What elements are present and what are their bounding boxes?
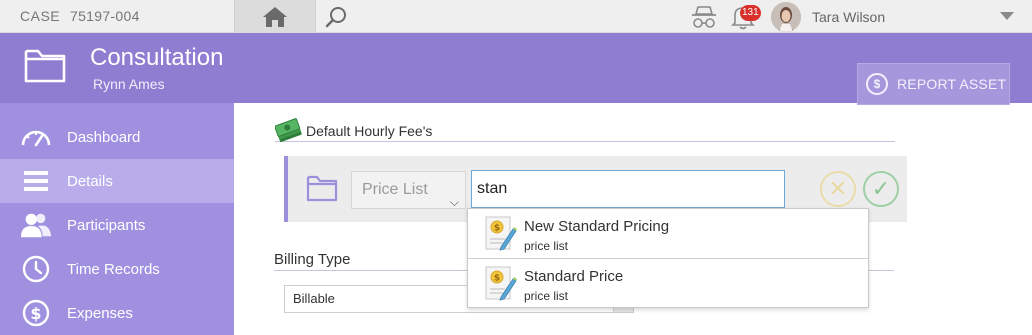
report-asset-button[interactable]: $ REPORT ASSET (857, 63, 1010, 105)
confirm-button[interactable]: ✓ (863, 171, 899, 207)
case-label: CASE (20, 8, 61, 24)
sidebar-item-participants[interactable]: Participants (0, 203, 234, 247)
search-button[interactable] (322, 3, 350, 31)
checkmark-icon: ✓ (871, 176, 891, 201)
sidebar-item-label: Expenses (67, 304, 133, 322)
sidebar-item-dashboard[interactable]: Dashboard (0, 115, 234, 159)
svg-text:$: $ (30, 304, 41, 323)
avatar[interactable] (771, 2, 801, 32)
cancel-button[interactable]: ✕ (820, 171, 856, 207)
folder-icon (306, 175, 338, 202)
case-number: 75197-004 (70, 8, 140, 24)
search-input-value: stan (477, 180, 508, 197)
autocomplete-item[interactable]: $ New Standard Pricing price list (468, 209, 868, 258)
sidebar-item-label: Details (67, 172, 113, 190)
price-list-document-icon: $ (485, 216, 517, 251)
price-list-select[interactable]: Price List ⌵ (351, 171, 466, 209)
page-title: Consultation (90, 44, 224, 71)
autocomplete-item-subtitle: price list (524, 239, 569, 253)
home-button[interactable] (234, 0, 316, 33)
page-subtitle: Rynn Ames (93, 76, 165, 92)
top-bar: CASE 75197-004 131 Tara Wilson (0, 0, 1032, 33)
user-photo-icon (771, 2, 801, 32)
svg-text:$: $ (494, 224, 500, 234)
user-menu-chevron-down-icon[interactable] (1000, 12, 1014, 20)
svg-text:$: $ (494, 274, 500, 284)
dollar-icon: $ (20, 297, 52, 329)
sidebar-item-details[interactable]: Details (0, 159, 234, 203)
report-asset-label: REPORT ASSET (897, 76, 1007, 92)
section-header: Default Hourly Fee's (275, 118, 895, 142)
money-stack-icon (275, 118, 302, 142)
sidebar-item-expenses[interactable]: $ Expenses (0, 291, 234, 335)
search-icon (325, 7, 346, 28)
billing-type-value: Billable (293, 291, 335, 306)
autocomplete-item[interactable]: $ Standard Price price list (468, 258, 868, 307)
notification-badge: 131 (740, 5, 761, 21)
autocomplete-item-subtitle: price list (524, 289, 569, 303)
list-icon (20, 165, 52, 197)
clock-icon (20, 253, 52, 285)
incognito-icon (692, 6, 716, 28)
user-name[interactable]: Tara Wilson (812, 9, 885, 25)
sidebar-item-time-records[interactable]: Time Records (0, 247, 234, 291)
section-title: Default Hourly Fee's (306, 123, 433, 139)
autocomplete-item-title: New Standard Pricing (524, 218, 670, 235)
price-list-search-input[interactable]: stan (471, 170, 785, 208)
sidebar: Dashboard Details Participants Time Reco… (0, 103, 234, 335)
people-icon (20, 209, 52, 241)
dollar-icon: $ (866, 73, 888, 95)
folder-icon (24, 49, 66, 83)
chevron-down-icon: ⌵ (449, 195, 459, 209)
home-icon (263, 6, 287, 27)
sidebar-item-label: Time Records (67, 260, 160, 278)
incognito-button[interactable] (690, 4, 718, 30)
autocomplete-dropdown: $ New Standard Pricing price list $ Stan… (467, 208, 869, 308)
autocomplete-item-title: Standard Price (524, 268, 624, 285)
sidebar-item-label: Participants (67, 216, 146, 234)
price-list-document-icon: $ (485, 266, 517, 301)
speedometer-icon (20, 121, 52, 153)
page-header: Consultation Rynn Ames $ REPORT ASSET (0, 33, 1032, 105)
close-icon: ✕ (828, 176, 848, 201)
price-list-select-value: Price List (362, 181, 428, 198)
sidebar-item-label: Dashboard (67, 128, 141, 146)
